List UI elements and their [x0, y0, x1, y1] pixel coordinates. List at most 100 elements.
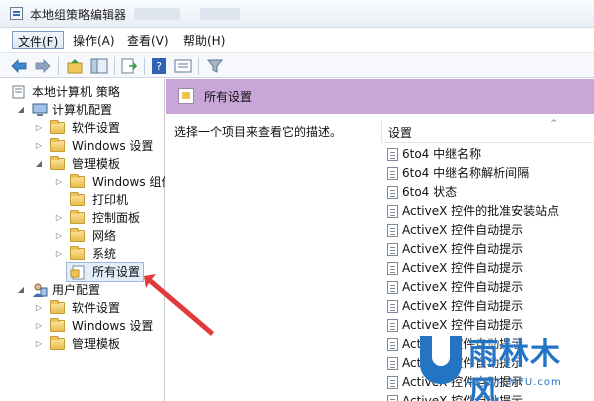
list-item-label: ActiveX 控件自动提示	[402, 299, 524, 313]
expand-arrow-icon[interactable]: ▷	[54, 209, 64, 227]
toolbar-separator	[144, 57, 145, 75]
folder-icon	[70, 174, 85, 188]
tree-item-windows-components[interactable]: ▷ Windows 组件	[0, 173, 165, 191]
setting-document-icon	[387, 243, 398, 256]
filter-icon[interactable]	[206, 57, 224, 75]
list-item[interactable]: ActiveX 控件自动提示	[381, 259, 594, 278]
expand-arrow-icon[interactable]: ▷	[54, 227, 64, 245]
setting-document-icon	[387, 167, 398, 180]
folder-icon	[50, 318, 65, 332]
list-item[interactable]: ActiveX 控件自动提示	[381, 278, 594, 297]
list-item[interactable]: 6to4 状态	[381, 183, 594, 202]
expand-arrow-icon[interactable]: ▷	[54, 245, 64, 263]
properties-icon[interactable]	[174, 57, 192, 75]
list-item-label: 6to4 中继名称解析间隔	[402, 166, 530, 180]
forward-arrow-icon[interactable]	[34, 57, 52, 75]
tree-label: 软件设置	[72, 121, 121, 135]
watermark-brand: 雨林木风	[468, 337, 561, 401]
menu-file[interactable]: 文件(F)	[12, 31, 65, 49]
setting-document-icon	[387, 205, 398, 218]
setting-document-icon	[387, 376, 398, 389]
folder-icon	[70, 210, 85, 224]
tree-label: 计算机配置	[52, 103, 113, 117]
policy-document-icon	[12, 85, 25, 99]
sort-arrow-icon: ^	[550, 119, 558, 129]
tree-label: 用户配置	[52, 283, 101, 297]
setting-document-icon	[387, 319, 398, 332]
folder-icon	[50, 300, 65, 314]
menu-help[interactable]: 帮助(H)	[178, 31, 230, 49]
menu-view[interactable]: 查看(V)	[122, 31, 174, 49]
tree-label: 系统	[92, 247, 117, 261]
expand-arrow-icon[interactable]: ▷	[54, 173, 64, 191]
setting-document-icon	[387, 148, 398, 161]
up-folder-icon[interactable]	[66, 57, 84, 75]
setting-document-icon	[387, 357, 398, 370]
user-icon	[33, 283, 48, 297]
back-arrow-icon[interactable]	[10, 57, 28, 75]
tree-item-network[interactable]: ▷ 网络	[0, 227, 165, 245]
folder-icon	[50, 336, 65, 350]
collapse-arrow-icon[interactable]: ◢	[16, 281, 26, 299]
toolbar-separator	[58, 57, 59, 75]
tree-label: Windows 组件	[92, 175, 165, 189]
list-item-label: ActiveX 控件的批准安装站点	[402, 204, 560, 218]
navigation-tree: 本地计算机 策略 ◢ 计算机配置 ▷ 软件设置 ▷ Windows 设置 ◢ 管…	[0, 79, 165, 401]
watermark-logo	[420, 336, 462, 384]
folder-icon	[50, 138, 65, 152]
help-icon[interactable]: ?	[150, 57, 168, 75]
list-item[interactable]: ActiveX 控件的批准安装站点	[381, 202, 594, 221]
expand-arrow-icon[interactable]: ▷	[34, 137, 44, 155]
expand-arrow-icon[interactable]: ▷	[34, 335, 44, 353]
column-header-label: 设置	[388, 126, 413, 140]
export-list-icon[interactable]	[120, 57, 138, 75]
tree-label: 控制面板	[92, 211, 141, 225]
toolbar-separator	[114, 57, 115, 75]
tree-label: 软件设置	[72, 301, 121, 315]
tree-label: 管理模板	[72, 157, 121, 171]
list-item-label: ActiveX 控件自动提示	[402, 280, 524, 294]
column-header-setting[interactable]: ^ 设置	[381, 119, 594, 143]
collapse-arrow-icon[interactable]: ◢	[16, 101, 26, 119]
tree-label: 管理模板	[72, 337, 121, 351]
all-settings-icon	[70, 265, 85, 280]
setting-document-icon	[387, 281, 398, 294]
tree-item-control-panel[interactable]: ▷ 控制面板	[0, 209, 165, 227]
list-item[interactable]: ActiveX 控件自动提示	[381, 221, 594, 240]
callout-arrow	[144, 274, 214, 336]
show-hide-tree-icon[interactable]	[90, 57, 108, 75]
list-item[interactable]: ActiveX 控件自动提示	[381, 297, 594, 316]
content-header-title: 所有设置	[204, 90, 253, 104]
folder-icon	[50, 120, 65, 134]
tree-label: 打印机	[92, 193, 129, 207]
list-item-label: 6to4 状态	[402, 185, 458, 199]
list-item[interactable]: 6to4 中继名称	[381, 145, 594, 164]
menu-action[interactable]: 操作(A)	[68, 31, 120, 49]
watermark-url: www.YLMFU.com	[464, 377, 562, 388]
folder-icon	[70, 192, 85, 206]
list-item[interactable]: 6to4 中继名称解析间隔	[381, 164, 594, 183]
tree-item-software-settings[interactable]: ▷ 软件设置	[0, 119, 165, 137]
tree-item-root[interactable]: 本地计算机 策略	[0, 83, 165, 101]
blurred-region	[200, 8, 240, 20]
tree-label: 所有设置	[92, 265, 141, 279]
list-item[interactable]: ActiveX 控件自动提示	[381, 240, 594, 259]
tree-item-computer-config[interactable]: ◢ 计算机配置	[0, 101, 165, 119]
tree-item-windows-settings[interactable]: ▷ Windows 设置	[0, 137, 165, 155]
setting-document-icon	[387, 395, 398, 401]
window-title: 本地组策略编辑器	[30, 8, 127, 22]
expand-arrow-icon[interactable]: ▷	[34, 317, 44, 335]
expand-arrow-icon[interactable]: ▷	[34, 119, 44, 137]
tree-item-printers[interactable]: 打印机	[0, 191, 165, 209]
computer-icon	[32, 103, 48, 116]
setting-document-icon	[387, 338, 398, 351]
menu-bar: 文件(F) 操作(A) 查看(V) 帮助(H)	[0, 29, 594, 51]
folder-icon	[70, 228, 85, 242]
collapse-arrow-icon[interactable]: ◢	[34, 155, 44, 173]
tree-item-admin-templates[interactable]: ◢ 管理模板	[0, 155, 165, 173]
expand-arrow-icon[interactable]: ▷	[34, 299, 44, 317]
setting-document-icon	[387, 300, 398, 313]
toolbar-separator	[198, 57, 199, 75]
tree-item-system[interactable]: ▷ 系统	[0, 245, 165, 263]
setting-document-icon	[387, 186, 398, 199]
